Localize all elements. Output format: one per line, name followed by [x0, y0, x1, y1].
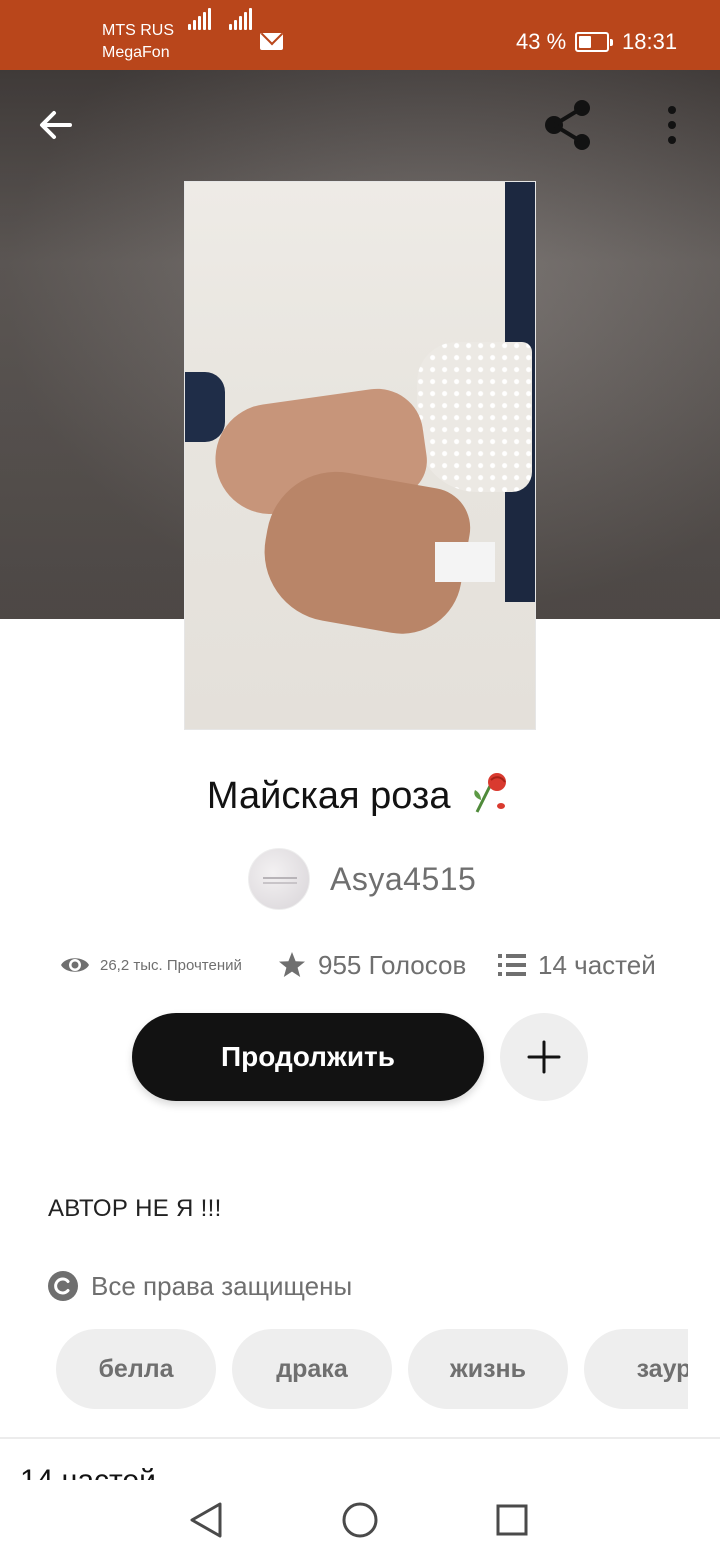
status-bar: MTS RUS MegaFon 43 % 18:31	[0, 0, 720, 70]
battery-percent: 43 %	[516, 29, 567, 54]
continue-reading-button[interactable]: Продолжить	[132, 1013, 484, 1101]
tag-chip[interactable]: заур	[584, 1329, 688, 1409]
nav-home-button[interactable]	[342, 1502, 378, 1538]
parts-count: 14 частей	[538, 949, 656, 980]
mail-icon	[260, 33, 283, 50]
square-recents-icon	[496, 1504, 528, 1536]
nav-back-button[interactable]	[188, 1500, 224, 1540]
parts-heading: 14 частей	[20, 1463, 156, 1480]
more-options-button[interactable]	[660, 104, 684, 146]
list-icon	[498, 954, 526, 976]
copyright-notice: Все права защищены	[48, 1268, 352, 1304]
parts-stat: 14 частей	[498, 945, 656, 985]
book-cover-image[interactable]	[184, 181, 536, 730]
tag-chip[interactable]: белла	[56, 1329, 216, 1409]
copyright-icon	[48, 1271, 78, 1301]
votes-count: 955 Голосов	[318, 949, 467, 980]
reads-stat: 26,2 тыс. Прочтений	[60, 945, 242, 985]
triangle-back-icon	[190, 1502, 222, 1538]
section-divider	[0, 1437, 720, 1439]
book-title-text: Майская роза	[206, 775, 451, 817]
clock: 18:31	[622, 29, 678, 54]
circle-home-icon	[342, 1502, 378, 1538]
author-name[interactable]: Asya4515	[330, 861, 476, 898]
book-title: Майская роза	[0, 770, 720, 818]
tag-chip[interactable]: драка	[232, 1329, 392, 1409]
copyright-label: Все права защищены	[91, 1270, 353, 1301]
carrier-info: MTS RUS MegaFon	[102, 20, 174, 64]
star-icon	[279, 952, 305, 977]
more-vertical-icon	[668, 106, 676, 144]
nav-recents-button[interactable]	[496, 1504, 528, 1536]
share-button[interactable]	[540, 98, 596, 152]
tag-list[interactable]: белла драка жизнь заур	[56, 1329, 688, 1409]
tag-chip[interactable]: жизнь	[408, 1329, 568, 1409]
votes-stat: 955 Голосов	[278, 945, 466, 985]
battery-icon	[575, 32, 613, 52]
book-stats: 26,2 тыс. Прочтений 955 Голосов 14 часте…	[60, 945, 680, 985]
author-avatar[interactable]	[248, 848, 310, 910]
reads-count: 26,2 тыс. Прочтений	[100, 956, 242, 974]
add-to-library-button[interactable]	[500, 1013, 588, 1101]
author-link[interactable]: Asya4515	[248, 848, 476, 910]
plus-icon	[527, 1040, 561, 1074]
carrier-primary: MTS RUS	[102, 22, 174, 39]
book-description: АВТОР НЕ Я !!!	[48, 1195, 222, 1222]
system-nav-bar	[0, 1480, 720, 1560]
share-icon	[545, 100, 590, 150]
back-button[interactable]	[36, 105, 76, 145]
wilted-rose-icon	[474, 773, 507, 813]
carrier-secondary: MegaFon	[102, 44, 170, 61]
eye-icon	[61, 958, 89, 972]
arrow-left-icon	[40, 111, 72, 139]
